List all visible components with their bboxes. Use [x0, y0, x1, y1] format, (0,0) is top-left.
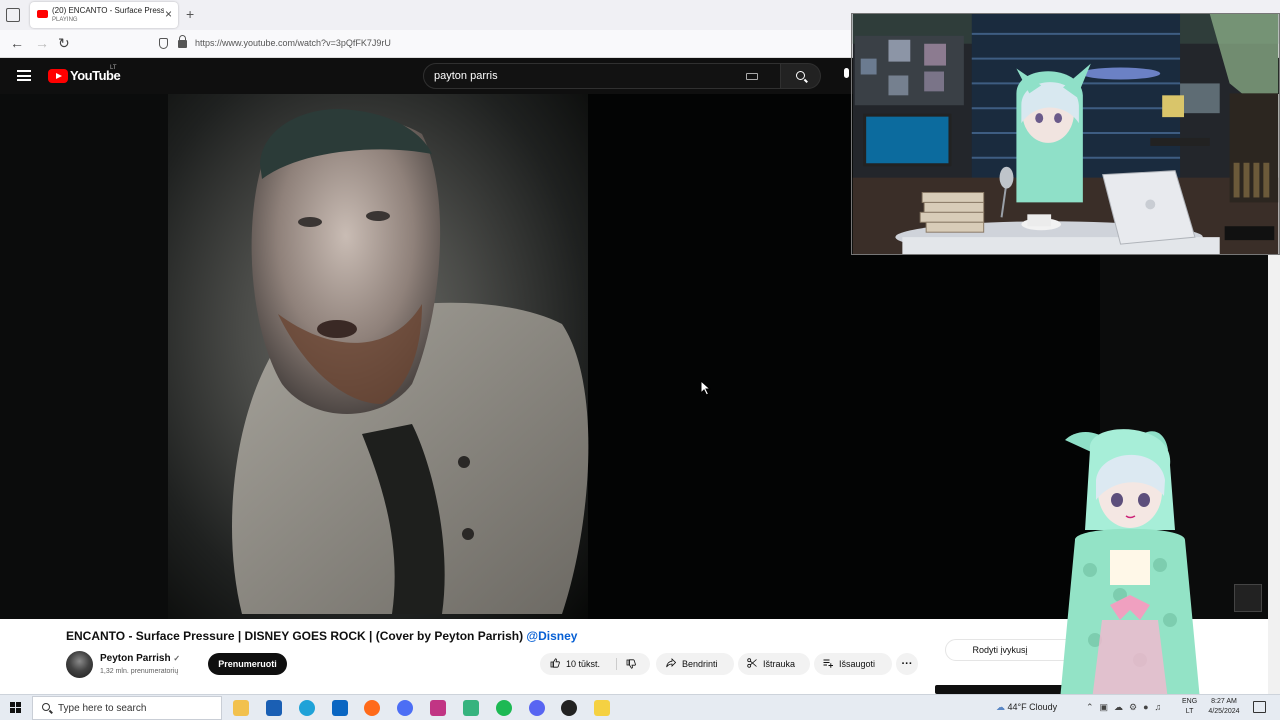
playlist-add-icon: [823, 659, 833, 668]
steam-icon[interactable]: [397, 700, 413, 716]
video-title-text: ENCANTO - Surface Pressure | DISNEY GOES…: [66, 629, 524, 643]
sticky-notes-icon[interactable]: [594, 700, 610, 716]
menu-icon[interactable]: [17, 70, 31, 81]
tracking-shield-icon[interactable]: [159, 38, 168, 49]
cloud-icon: ☁: [996, 702, 1005, 712]
mouse-cursor-icon: [700, 380, 712, 396]
taskbar-search-icon: [42, 703, 50, 711]
subscribe-button[interactable]: Prenumeruoti: [208, 653, 287, 675]
lock-icon[interactable]: [178, 35, 187, 48]
discord-icon[interactable]: [529, 700, 545, 716]
obs-studio-icon[interactable]: [561, 700, 577, 716]
clip-label: Ištrauka: [763, 659, 796, 669]
system-tray-icons[interactable]: ⌃▣☁⚙●♫: [1086, 702, 1167, 713]
url-text[interactable]: https://www.youtube.com/watch?v=3pQfFK7J…: [195, 38, 391, 48]
vtuber-avatar: [1060, 429, 1200, 700]
like-dislike-group: 10 tūkst.: [540, 653, 650, 675]
clip-button[interactable]: Ištrauka: [738, 653, 810, 675]
youtube-play-icon: [48, 69, 68, 83]
language-region: LT: [1185, 708, 1194, 715]
thumbs-down-icon[interactable]: [626, 659, 636, 669]
region-code: LT: [110, 65, 117, 71]
like-count[interactable]: 10 tūkst.: [566, 659, 600, 669]
new-tab-button[interactable]: +: [186, 6, 194, 22]
language-code: ENG: [1182, 698, 1198, 705]
language-indicator[interactable]: ENG LT: [1182, 697, 1197, 717]
search-query[interactable]: payton parris: [434, 70, 498, 82]
forward-arrow-icon[interactable]: →: [35, 35, 49, 51]
channel-name-text[interactable]: Peyton Parrish: [100, 653, 171, 664]
weather-text: 44°F Cloudy: [1007, 702, 1058, 712]
channel-name[interactable]: Peyton Parrish ✓: [100, 653, 180, 664]
keyboard-icon[interactable]: [746, 73, 758, 80]
search-button[interactable]: [781, 63, 821, 89]
scissors-icon: [747, 658, 757, 668]
weather-widget[interactable]: ☁ 44°F Cloudy: [996, 702, 1057, 713]
calculator-icon[interactable]: [266, 700, 282, 716]
microphone-icon[interactable]: [830, 67, 850, 87]
channel-avatar[interactable]: [66, 651, 93, 678]
tab-subtitle: PLAYING: [52, 17, 78, 23]
more-actions-button[interactable]: ···: [896, 653, 918, 675]
back-arrow-icon[interactable]: ←: [10, 35, 24, 51]
search-input[interactable]: payton parris: [423, 63, 781, 89]
thumbs-up-icon[interactable]: [550, 658, 560, 668]
clock-time: 8:27 AM: [1211, 698, 1237, 705]
instagram-icon[interactable]: [430, 700, 446, 716]
miniplayer-thumbnail[interactable]: [1234, 584, 1262, 612]
file-explorer-icon[interactable]: [233, 700, 249, 716]
singer-image: [232, 108, 589, 614]
tab-list-icon[interactable]: [6, 8, 20, 22]
subscriber-count: 1,32 mln. prenumeratorių: [100, 668, 179, 675]
taskbar-search-placeholder: Type here to search: [58, 703, 147, 714]
search-icon: [796, 71, 805, 80]
disney-tag-link[interactable]: @Disney: [526, 629, 577, 643]
clock-date: 4/25/2024: [1208, 708, 1240, 715]
video-title: ENCANTO - Surface Pressure | DISNEY GOES…: [66, 629, 577, 643]
firefox-icon[interactable]: [364, 700, 380, 716]
share-button[interactable]: Bendrinti: [656, 653, 734, 675]
windows-start-icon[interactable]: [10, 702, 22, 714]
browser-tab-youtube[interactable]: (20) ENCANTO - Surface Pressure PLAYING …: [30, 2, 178, 28]
spotify-icon[interactable]: [496, 700, 512, 716]
mail-icon[interactable]: [332, 700, 348, 716]
address-bar[interactable]: https://www.youtube.com/watch?v=3pQfFK7J…: [150, 33, 850, 55]
save-button[interactable]: Išsaugoti: [814, 653, 892, 675]
edge-browser-icon[interactable]: [299, 700, 315, 716]
taskbar-search-input[interactable]: Type here to search: [32, 696, 222, 720]
youtube-favicon-icon: [37, 10, 48, 18]
like-separator: [616, 658, 617, 670]
verified-icon: ✓: [173, 654, 181, 663]
close-tab-icon[interactable]: ×: [165, 7, 172, 21]
share-label: Bendrinti: [682, 659, 718, 669]
vtuber-room-overlay: [851, 13, 1280, 255]
share-arrow-icon: [666, 658, 676, 668]
save-label: Išsaugoti: [839, 659, 876, 669]
taskbar-clock[interactable]: 8:27 AM 4/25/2024: [1200, 697, 1248, 717]
windows-taskbar: Type here to search ☁ 44°F Cloudy ⌃▣☁⚙●♫…: [0, 694, 1280, 720]
reload-icon[interactable]: ↻: [58, 35, 70, 51]
tab-title: (20) ENCANTO - Surface Pressure: [52, 6, 164, 15]
notifications-icon[interactable]: [1253, 701, 1266, 713]
utorrent-icon[interactable]: [463, 700, 479, 716]
